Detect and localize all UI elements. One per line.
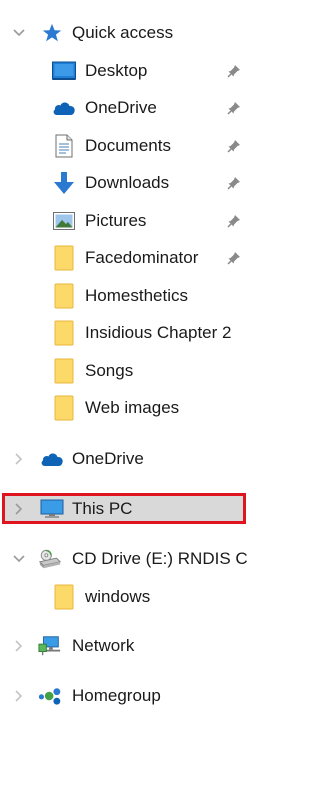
- chevron-down-icon[interactable]: [12, 552, 26, 566]
- nav-item-label: OneDrive: [72, 449, 144, 468]
- nav-item-label: Downloads: [85, 173, 170, 192]
- chevron-right-icon[interactable]: [12, 502, 26, 516]
- nav-item-label: Insidious Chapter 2: [85, 323, 232, 342]
- document-icon: [52, 134, 76, 158]
- network-icon: [38, 634, 62, 658]
- folder-icon: [52, 395, 76, 421]
- nav-item-songs[interactable]: Songs: [0, 354, 250, 388]
- nav-item-label: Songs: [85, 361, 134, 380]
- nav-item-label: Facedominator: [85, 248, 199, 267]
- pin-icon[interactable]: [226, 175, 242, 191]
- nav-item-cd-drive[interactable]: CD Drive (E:) RNDIS C: [0, 542, 250, 576]
- nav-item-facedominator[interactable]: Facedominator: [0, 241, 250, 275]
- nav-item-windows[interactable]: windows: [0, 580, 250, 614]
- nav-item-pictures[interactable]: Pictures: [0, 204, 250, 238]
- pin-icon[interactable]: [226, 63, 242, 79]
- monitor-icon: [40, 497, 64, 521]
- nav-item-label: windows: [85, 587, 151, 606]
- chevron-right-icon[interactable]: [12, 452, 26, 466]
- nav-item-documents[interactable]: Documents: [0, 129, 250, 163]
- nav-item-label: Web images: [85, 398, 180, 417]
- nav-item-homegroup[interactable]: Homegroup: [0, 679, 250, 713]
- nav-item-label: Network: [72, 636, 135, 655]
- folder-icon: [52, 358, 76, 384]
- nav-item-label: OneDrive: [85, 98, 157, 117]
- chevron-down-icon[interactable]: [12, 26, 26, 40]
- pin-icon[interactable]: [226, 250, 242, 266]
- picture-icon: [52, 209, 76, 233]
- folder-icon: [52, 283, 76, 309]
- nav-item-onedrive[interactable]: OneDrive: [0, 442, 250, 476]
- nav-item-insidious-chapter-2[interactable]: Insidious Chapter 2: [0, 316, 250, 350]
- nav-item-label: Pictures: [85, 211, 147, 230]
- cloud-icon: [40, 447, 64, 471]
- nav-item-web-images[interactable]: Web images: [0, 391, 250, 425]
- nav-item-onedrive-pinned[interactable]: OneDrive: [0, 91, 250, 125]
- homegroup-icon: [38, 684, 62, 708]
- desktop-icon: [52, 59, 76, 83]
- folder-icon: [52, 584, 76, 610]
- nav-item-homesthetics[interactable]: Homesthetics: [0, 279, 250, 313]
- nav-item-network[interactable]: Network: [0, 629, 250, 663]
- nav-item-desktop[interactable]: Desktop: [0, 54, 250, 88]
- nav-item-label: Homesthetics: [85, 286, 188, 305]
- star-icon: [40, 21, 64, 45]
- navigation-pane: Quick access Desktop OneDrive Documents: [0, 0, 253, 793]
- nav-item-quick-access[interactable]: Quick access: [0, 16, 250, 50]
- nav-item-label: Documents: [85, 136, 171, 155]
- nav-item-label: CD Drive (E:) RNDIS C: [72, 549, 248, 568]
- folder-icon: [52, 245, 76, 271]
- cloud-icon: [52, 96, 76, 120]
- nav-item-label: This PC: [72, 499, 133, 518]
- chevron-right-icon[interactable]: [12, 639, 26, 653]
- folder-icon: [52, 320, 76, 346]
- chevron-right-icon[interactable]: [12, 689, 26, 703]
- pin-icon[interactable]: [226, 213, 242, 229]
- nav-item-downloads[interactable]: Downloads: [0, 166, 250, 200]
- nav-item-label: Desktop: [85, 61, 148, 80]
- download-arrow-icon: [52, 171, 76, 195]
- nav-item-this-pc[interactable]: This PC: [0, 492, 250, 526]
- nav-item-label: Quick access: [72, 23, 174, 42]
- pin-icon[interactable]: [226, 138, 242, 154]
- nav-item-label: Homegroup: [72, 686, 161, 705]
- pin-icon[interactable]: [226, 100, 242, 116]
- cd-drive-icon: [38, 547, 62, 571]
